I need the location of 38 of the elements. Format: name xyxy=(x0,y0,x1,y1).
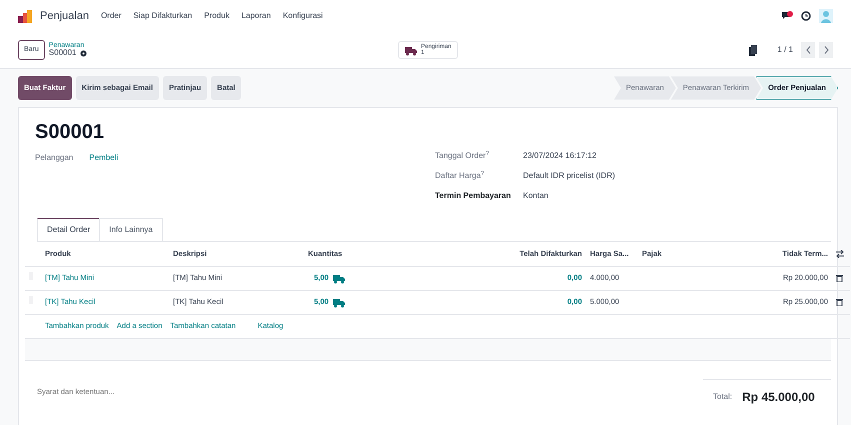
field-value: 23/07/2024 16:17:12 xyxy=(523,150,596,162)
tab[interactable]: Detail Order xyxy=(37,218,100,241)
next-button[interactable] xyxy=(819,42,833,58)
settings-icon[interactable] xyxy=(80,50,88,57)
field-value: Kontan xyxy=(523,190,548,202)
files-icon[interactable] xyxy=(749,44,758,56)
previous-button[interactable] xyxy=(801,42,815,58)
pager-value: 1 / 1 xyxy=(777,44,793,56)
field-label: Tanggal Order$^{?}$ xyxy=(435,150,490,162)
total-label: Total: xyxy=(713,390,732,402)
menu-item[interactable]: Produk xyxy=(204,10,230,22)
record-name: S00001 xyxy=(48,49,76,58)
chevron-right-icon xyxy=(824,46,828,54)
chat-icon[interactable] xyxy=(781,11,793,21)
field-label: Pelanggan xyxy=(35,152,74,164)
field-label: Termin Pembayaran xyxy=(435,190,512,202)
truck-icon[interactable] xyxy=(332,272,345,284)
menu-item[interactable]: Konfigurasi xyxy=(282,10,323,22)
app-name[interactable]: Penjualan xyxy=(40,8,89,24)
field-value: Default IDR pricelist (IDR) xyxy=(523,170,616,182)
total-value: Rp 45.000,00 xyxy=(742,388,815,406)
trash-icon[interactable] xyxy=(836,298,843,306)
drag-handle-icon[interactable] xyxy=(29,296,33,304)
drag-handle-icon[interactable] xyxy=(29,272,33,280)
app-logo-icon[interactable] xyxy=(18,10,32,22)
customer-link[interactable]: Pembeli xyxy=(89,152,118,202)
truck-icon[interactable] xyxy=(332,296,345,308)
chevron-left-icon xyxy=(806,46,810,54)
trash-icon[interactable] xyxy=(836,274,843,282)
truck-icon xyxy=(405,44,417,56)
swap-icon[interactable] xyxy=(836,250,844,258)
clock-icon[interactable] xyxy=(801,11,811,21)
tab[interactable]: Info Lainnya xyxy=(99,218,163,241)
menu-item[interactable]: Order xyxy=(100,10,122,22)
menu-item[interactable]: Siap Difakturkan xyxy=(133,10,192,22)
record-title: S00001 xyxy=(35,120,105,144)
menu-item[interactable]: Laporan xyxy=(241,10,271,22)
field-label: Daftar Harga$^{?}$ xyxy=(435,170,486,182)
